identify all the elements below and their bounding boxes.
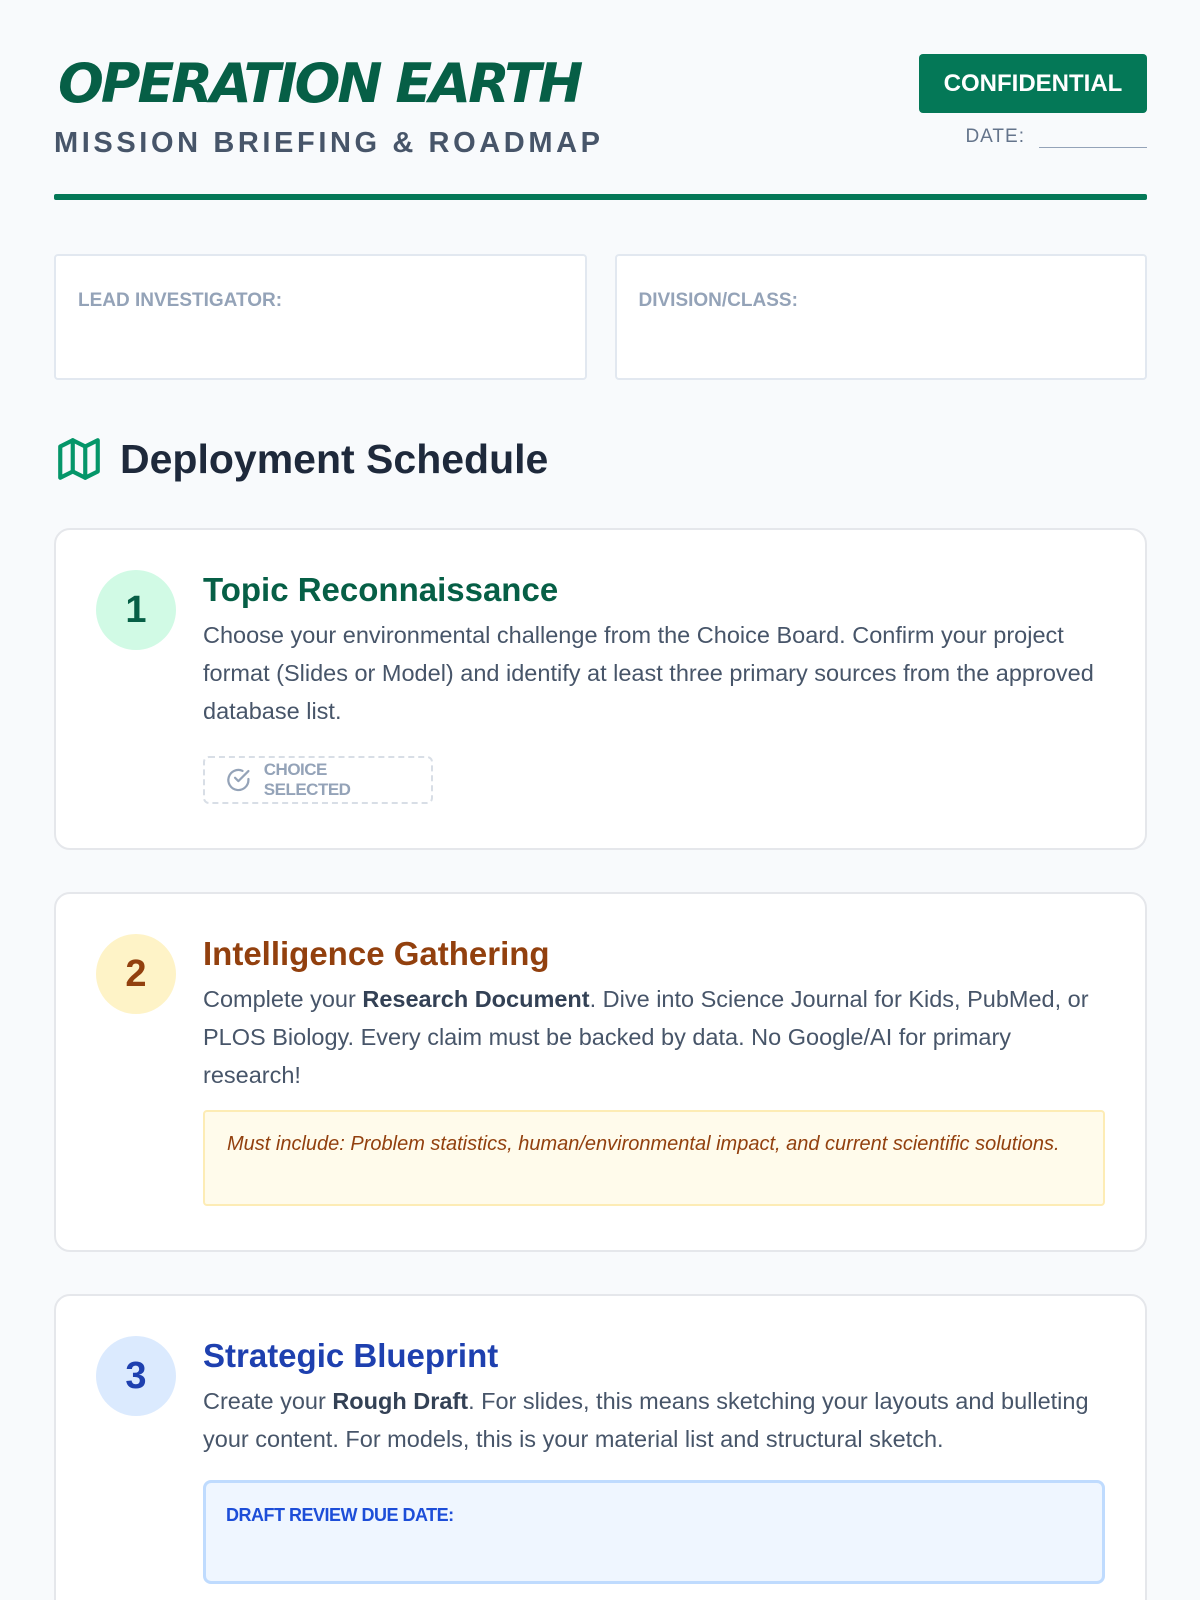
division-class-label: DIVISION/CLASS: (638, 290, 798, 311)
division-class-field[interactable]: DIVISION/CLASS: (614, 254, 1147, 380)
lead-investigator-label: LEAD INVESTIGATOR: (78, 290, 283, 311)
draft-review-due-label: DRAFT REVIEW DUE DATE: (226, 1505, 454, 1525)
document-subtitle: MISSION BRIEFING & ROADMAP (54, 127, 604, 159)
step-description: Create your Rough Draft. For slides, thi… (203, 1382, 1105, 1458)
requirements-note: Must include: Problem statistics, human/… (203, 1110, 1105, 1206)
date-input-line[interactable] (1039, 128, 1147, 148)
step-card-3: 3 Strategic Blueprint Create your Rough … (54, 1294, 1147, 1600)
step-title: Strategic Blueprint (203, 1337, 499, 1374)
info-row: LEAD INVESTIGATOR: DIVISION/CLASS: (54, 254, 1147, 380)
section-title: Deployment Schedule (120, 435, 549, 482)
step-text: Create your (203, 1388, 333, 1414)
document-page: OPERATION EARTH MISSION BRIEFING & ROADM… (54, 0, 1147, 1600)
step-number-badge: 1 (96, 570, 176, 650)
draft-review-due-date-field[interactable]: DRAFT REVIEW DUE DATE: (203, 1480, 1105, 1584)
map-icon (58, 438, 100, 480)
check-circle-icon (227, 768, 250, 792)
date-label: DATE: (965, 126, 1025, 147)
date-field: DATE: (965, 126, 1147, 148)
step-card-1: 1 Topic Reconnaissance Choose your envir… (54, 528, 1147, 850)
section-heading: Deployment Schedule (54, 434, 548, 484)
step-description: Choose your environmental challenge from… (203, 622, 1094, 724)
step-title: Intelligence Gathering (203, 935, 550, 972)
choice-selected-checkbox[interactable]: CHOICE SELECTED (203, 756, 433, 804)
step-text-bold: Research Document (362, 986, 590, 1012)
confidential-badge: CONFIDENTIAL (919, 54, 1147, 113)
step-number-badge: 2 (96, 934, 176, 1014)
header: OPERATION EARTH MISSION BRIEFING & ROADM… (54, 0, 1147, 200)
step-card-2: 2 Intelligence Gathering Complete your R… (54, 892, 1147, 1252)
document-title: OPERATION EARTH (58, 52, 583, 115)
lead-investigator-field[interactable]: LEAD INVESTIGATOR: (54, 254, 587, 380)
step-text: Complete your (203, 986, 363, 1012)
step-text-bold: Rough Draft (332, 1388, 469, 1414)
step-description: Complete your Research Document. Dive in… (203, 980, 1105, 1094)
choice-selected-label: CHOICE SELECTED (263, 760, 351, 799)
step-number-badge: 3 (96, 1336, 176, 1416)
step-title: Topic Reconnaissance (203, 571, 559, 608)
header-divider (54, 194, 1147, 200)
